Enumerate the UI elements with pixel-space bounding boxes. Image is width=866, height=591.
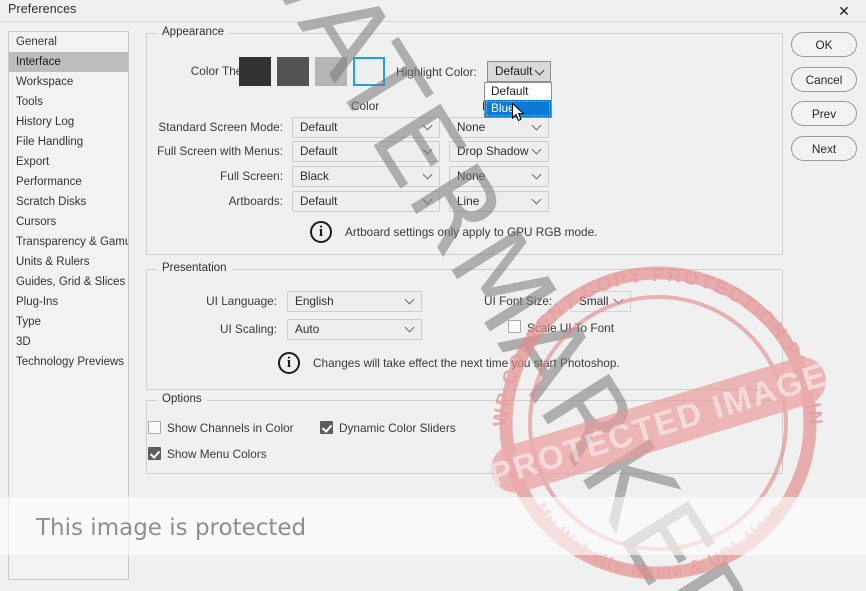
sidebar-item-export[interactable]: Export: [9, 152, 128, 172]
ui-language-label: UI Language:: [206, 294, 277, 308]
full-screen-label: Full Screen:: [220, 169, 283, 183]
appearance-legend: Appearance: [157, 26, 230, 38]
info-icon: i: [278, 352, 300, 374]
watermark-banner: [0, 497, 866, 555]
svg-text:My Website Name & URL Here: My Website Name & URL Here: [531, 499, 784, 581]
sidebar-item-performance[interactable]: Performance: [9, 172, 128, 192]
value-text: Black: [300, 169, 329, 183]
dynamic-color-sliders-checkbox[interactable]: [320, 421, 333, 434]
cancel-button[interactable]: Cancel: [791, 67, 857, 92]
info-icon: i: [310, 221, 332, 243]
sidebar-item-scratch-disks[interactable]: Scratch Disks: [9, 192, 128, 212]
stamp-bottom-arc-text: My Website Name & URL Here: [531, 499, 782, 581]
artboards-label: Artboards:: [228, 194, 283, 208]
standard-screen-mode-color-select[interactable]: Default: [292, 117, 440, 138]
options-group: Options: [146, 393, 783, 474]
sidebar-item-workspace[interactable]: Workspace: [9, 72, 128, 92]
scale-ui-to-font-label: Scale UI To Font: [527, 321, 614, 335]
dropdown-option-blue[interactable]: Blue: [485, 100, 551, 117]
sidebar[interactable]: General Interface Workspace Tools History Lo…: [8, 31, 129, 580]
chevron-down-icon: [424, 195, 433, 204]
sidebar-item-type[interactable]: Type: [9, 312, 128, 332]
prev-button[interactable]: Prev: [791, 101, 857, 126]
chevron-down-icon: [533, 170, 542, 179]
chevron-down-icon: [424, 170, 433, 179]
highlight-color-label: Highlight Color:: [396, 65, 477, 79]
chevron-down-icon: [536, 66, 545, 75]
value-text: Small: [579, 294, 609, 308]
chevron-down-icon: [533, 195, 542, 204]
dynamic-color-sliders-label: Dynamic Color Sliders: [339, 421, 456, 435]
value-text: Auto: [295, 322, 320, 336]
sidebar-item-3d[interactable]: 3D: [9, 332, 128, 352]
chevron-down-icon: [533, 145, 542, 154]
swatch-theme-darkest[interactable]: [239, 57, 271, 86]
next-button[interactable]: Next: [791, 136, 857, 161]
ui-font-size-label: UI Font Size:: [484, 294, 553, 308]
sidebar-item-tools[interactable]: Tools: [9, 92, 128, 112]
standard-screen-mode-border-select[interactable]: None: [449, 117, 549, 138]
sidebar-item-history-log[interactable]: History Log: [9, 112, 128, 132]
options-legend: Options: [157, 393, 207, 405]
close-icon[interactable]: ✕: [822, 0, 866, 22]
chevron-down-icon: [424, 121, 433, 130]
sidebar-item-cursors[interactable]: Cursors: [9, 212, 128, 232]
value-text: Default: [300, 194, 338, 208]
sidebar-item-plug-ins[interactable]: Plug-Ins: [9, 292, 128, 312]
value-text: None: [457, 120, 486, 134]
presentation-note: Changes will take effect the next time y…: [313, 356, 620, 370]
value-text: Line: [457, 194, 480, 208]
value-text: Drop Shadow: [457, 144, 529, 158]
show-menu-colors-label: Show Menu Colors: [167, 447, 267, 461]
show-menu-colors-checkbox[interactable]: [148, 447, 161, 460]
full-screen-border-select[interactable]: None: [449, 166, 549, 187]
value-text: Default: [300, 144, 338, 158]
sidebar-item-guides-grid-slices[interactable]: Guides, Grid & Slices: [9, 272, 128, 292]
swatch-theme-lightest[interactable]: [353, 57, 385, 86]
full-screen-with-menus-border-select[interactable]: Drop Shadow: [449, 141, 549, 162]
highlight-color-select[interactable]: Default: [487, 61, 551, 82]
sidebar-item-file-handling[interactable]: File Handling: [9, 132, 128, 152]
ok-button[interactable]: OK: [791, 32, 857, 57]
artboards-border-select[interactable]: Line: [449, 191, 549, 212]
sidebar-item-units-rulers[interactable]: Units & Rulers: [9, 252, 128, 272]
show-channels-in-color-label: Show Channels in Color: [167, 421, 294, 435]
full-screen-with-menus-label: Full Screen with Menus:: [157, 144, 283, 158]
standard-screen-mode-label: Standard Screen Mode:: [158, 120, 283, 134]
full-screen-color-select[interactable]: Black: [292, 166, 440, 187]
highlight-color-dropdown-list[interactable]: Default Blue: [484, 82, 552, 118]
value-text: English: [295, 294, 334, 308]
ui-scaling-select[interactable]: Auto: [287, 319, 422, 340]
scale-ui-to-font-checkbox[interactable]: [508, 320, 521, 333]
ui-font-size-select[interactable]: Small: [571, 291, 631, 312]
artboards-color-select[interactable]: Default: [292, 191, 440, 212]
page-title: Preferences: [8, 2, 77, 16]
chevron-down-icon: [406, 323, 415, 332]
column-header-color: Color: [351, 99, 380, 113]
title-bar: Preferences ✕: [0, 0, 866, 22]
chevron-down-icon: [615, 295, 624, 304]
presentation-legend: Presentation: [157, 262, 232, 274]
value-text: None: [457, 169, 486, 183]
show-channels-in-color-checkbox[interactable]: [148, 421, 161, 434]
preferences-dialog: Preferences ✕ General Interface Workspace T…: [0, 0, 866, 591]
chevron-down-icon: [533, 121, 542, 130]
chevron-down-icon: [406, 295, 415, 304]
artboard-note: Artboard settings only apply to GPU RGB …: [345, 225, 598, 239]
full-screen-with-menus-color-select[interactable]: Default: [292, 141, 440, 162]
sidebar-item-interface[interactable]: Interface: [9, 52, 128, 72]
swatch-theme-dark[interactable]: [277, 57, 309, 86]
value-text: Default: [300, 120, 338, 134]
sidebar-item-general[interactable]: General: [9, 32, 128, 52]
ui-scaling-label: UI Scaling:: [219, 322, 277, 336]
sidebar-item-technology-previews[interactable]: Technology Previews: [9, 352, 128, 372]
highlight-color-value: Default: [495, 64, 533, 78]
dropdown-option-default[interactable]: Default: [485, 83, 551, 100]
sidebar-item-transparency-gamut[interactable]: Transparency & Gamut: [9, 232, 128, 252]
ui-language-select[interactable]: English: [287, 291, 422, 312]
swatch-theme-light[interactable]: [315, 57, 347, 86]
chevron-down-icon: [424, 145, 433, 154]
